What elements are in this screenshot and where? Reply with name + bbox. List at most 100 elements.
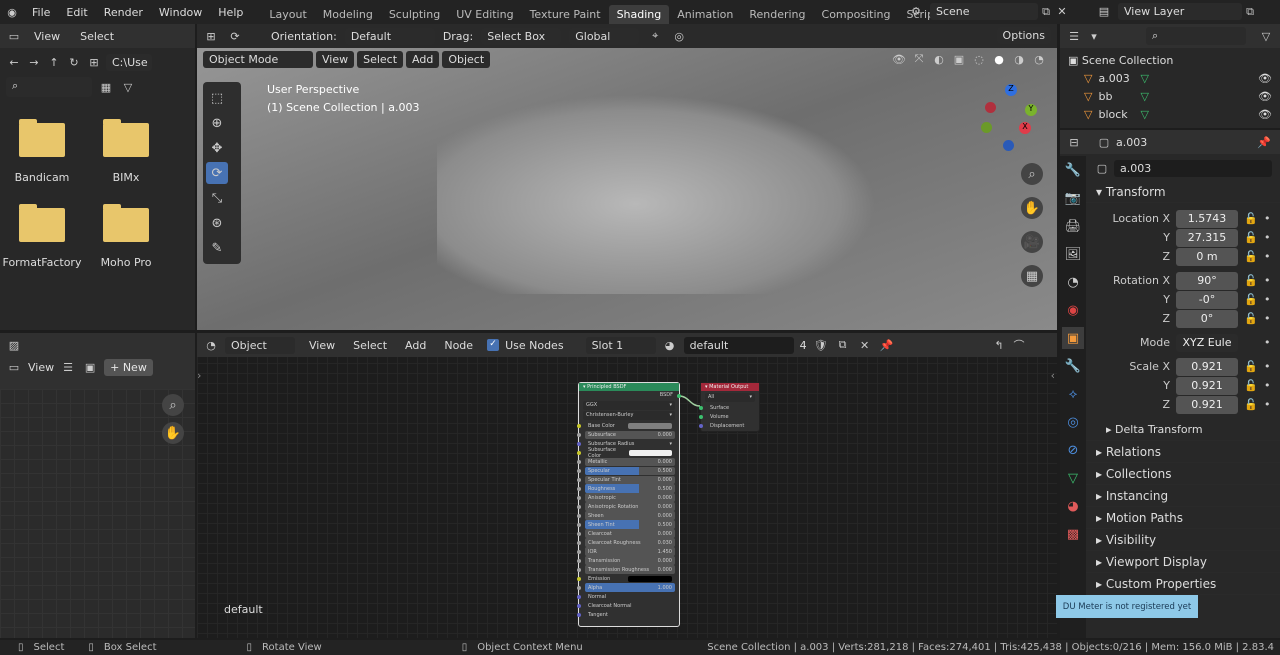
menu-view[interactable]: View: [316, 51, 355, 68]
bsdf-input-sheen[interactable]: Sheen 0.000: [577, 511, 675, 521]
display-mode-icon[interactable]: ▦: [98, 81, 114, 94]
tab-layout[interactable]: Layout: [261, 5, 314, 24]
proportional-edit-icon[interactable]: ◎: [671, 30, 687, 43]
keyframe-dot-icon[interactable]: •: [1264, 231, 1271, 244]
pan-hand-icon[interactable]: ✋: [1021, 197, 1043, 219]
menu-render[interactable]: Render: [96, 6, 151, 19]
lock-icon[interactable]: 🔓: [1244, 398, 1258, 411]
menu-icon[interactable]: ☰: [60, 361, 76, 374]
input-socket[interactable]: [699, 424, 703, 429]
3d-viewport[interactable]: ⊞ ⟳ Orientation: Default Drag: Select Bo…: [197, 24, 1057, 330]
chevron-down-icon[interactable]: ▾: [669, 441, 672, 447]
lock-icon[interactable]: 🔓: [1244, 274, 1258, 287]
render-tab-icon[interactable]: 📷: [1062, 187, 1084, 209]
input-socket[interactable]: [577, 478, 581, 482]
bsdf-input-transmission[interactable]: Transmission 0.000: [577, 556, 675, 566]
input-socket[interactable]: [577, 522, 581, 527]
panel-instancing[interactable]: ▸ Instancing: [1086, 485, 1280, 507]
rotate-tool-icon[interactable]: ⟳: [206, 162, 228, 184]
lock-icon[interactable]: 🔓: [1244, 231, 1258, 244]
tab-sculpting[interactable]: Sculpting: [381, 5, 448, 24]
output-target-dropdown[interactable]: All ▾: [705, 393, 755, 402]
panel-collections[interactable]: ▸ Collections: [1086, 463, 1280, 485]
panel-viewport-display[interactable]: ▸ Viewport Display: [1086, 551, 1280, 573]
snap-icon[interactable]: ⌖: [647, 29, 663, 43]
bsdf-header[interactable]: ▾ Principled BSDF: [579, 383, 679, 391]
transform-orientation-dropdown[interactable]: Global: [569, 27, 640, 45]
input-socket[interactable]: [577, 594, 581, 599]
outliner-item[interactable]: ▽ a.003 ▽ 👁: [1068, 70, 1272, 88]
bsdf-input-roughness[interactable]: Roughness 0.500: [577, 484, 675, 494]
bsdf-input-anisotropic[interactable]: Anisotropic 0.000: [577, 493, 675, 503]
scene-field[interactable]: Scene: [930, 3, 1038, 20]
input-socket[interactable]: [577, 513, 581, 518]
keyframe-dot-icon[interactable]: •: [1264, 398, 1271, 411]
tab-texture-paint[interactable]: Texture Paint: [522, 5, 609, 24]
input-socket[interactable]: [577, 531, 581, 536]
input-value[interactable]: 0.000: [658, 531, 672, 537]
lock-icon[interactable]: 🔓: [1244, 293, 1258, 306]
input-socket[interactable]: [577, 451, 581, 456]
input-value[interactable]: 0.500: [658, 468, 672, 474]
zoom-icon[interactable]: ⌕: [162, 394, 184, 416]
shader-node-editor[interactable]: ◔ Object View Select Add Node ✓ Use Nodes S…: [197, 333, 1057, 638]
input-socket[interactable]: [699, 415, 703, 420]
panel-custom-properties[interactable]: ▸ Custom Properties: [1086, 573, 1280, 595]
material-output-node[interactable]: ▾ Material Output All ▾ Surface Volume Disp…: [699, 382, 760, 432]
view-layer-field[interactable]: View Layer: [1118, 3, 1242, 20]
input-socket[interactable]: [577, 469, 581, 474]
input-socket[interactable]: [577, 558, 581, 563]
bsdf-input-clearcoat-roughness[interactable]: Clearcoat Roughness 0.030: [577, 538, 675, 548]
input-value[interactable]: 0.000: [658, 504, 672, 510]
menu-view[interactable]: View: [28, 361, 54, 374]
bsdf-input-base-color[interactable]: Base Color: [577, 422, 675, 431]
visibility-icon[interactable]: 👁: [1258, 70, 1272, 88]
bsdf-input-ior[interactable]: IOR 1.450: [577, 547, 675, 557]
keyframe-dot-icon[interactable]: •: [1264, 293, 1271, 306]
folder-item[interactable]: BIMx: [84, 119, 168, 184]
cursor-tool-icon[interactable]: ⊕: [206, 112, 228, 134]
parent-dir-icon[interactable]: ↑: [46, 56, 62, 69]
object-data-icon[interactable]: ▢: [1094, 162, 1110, 175]
image-canvas[interactable]: ⌕ ✋: [0, 389, 195, 638]
lock-icon[interactable]: 🔓: [1244, 360, 1258, 373]
folder-item[interactable]: FormatFactory: [0, 204, 84, 269]
pan-hand-icon[interactable]: ✋: [162, 422, 184, 444]
keyframe-dot-icon[interactable]: •: [1264, 360, 1271, 373]
wireframe-shading-icon[interactable]: ◌: [971, 53, 987, 66]
blender-logo-icon[interactable]: ◉: [4, 6, 20, 19]
input-socket[interactable]: [577, 460, 581, 465]
back-icon[interactable]: ←: [6, 56, 22, 69]
bsdf-input-subsurface-color[interactable]: Subsurface Color: [577, 447, 675, 459]
tab-animation[interactable]: Animation: [669, 5, 741, 24]
image-browse-icon[interactable]: ▣: [82, 361, 98, 374]
color-swatch[interactable]: [628, 422, 672, 429]
view-layer-icon[interactable]: ▤: [1096, 5, 1112, 18]
transform-pivot-icon[interactable]: ⟳: [227, 30, 243, 43]
visibility-icon[interactable]: 👁: [891, 53, 907, 66]
tab-uv-editing[interactable]: UV Editing: [448, 5, 521, 24]
output-input-volume[interactable]: Volume: [699, 413, 755, 422]
du-meter-tooltip[interactable]: DU Meter is not registered yet: [1056, 595, 1198, 618]
transform-tool-icon[interactable]: ⊛: [206, 212, 228, 234]
editor-type-icon[interactable]: ☰: [1066, 30, 1082, 43]
tab-modeling[interactable]: Modeling: [315, 5, 381, 24]
orientation-dropdown[interactable]: Default: [344, 27, 435, 45]
rendered-shading-icon[interactable]: ◔: [1031, 53, 1047, 66]
perspective-toggle-icon[interactable]: ▦: [1021, 265, 1043, 287]
subsurface-method-dropdown[interactable]: Christensen-Burley ▾: [583, 410, 675, 420]
input-value[interactable]: 0.500: [658, 522, 672, 528]
bsdf-input-metallic[interactable]: Metallic 0.000: [577, 457, 675, 467]
location-z-field[interactable]: 0 m: [1176, 247, 1238, 266]
path-field[interactable]: C:\Use: [106, 54, 152, 71]
camera-icon[interactable]: 🎥: [1021, 231, 1043, 253]
scale-tool-icon[interactable]: ⤡: [206, 187, 228, 209]
input-value[interactable]: 1.450: [658, 549, 672, 555]
outliner-search-input[interactable]: ⌕: [1146, 27, 1246, 45]
input-socket[interactable]: [577, 567, 581, 572]
new-view-layer-icon[interactable]: ⧉: [1242, 5, 1258, 19]
input-socket[interactable]: [577, 540, 581, 545]
principled-bsdf-node[interactable]: ▾ Principled BSDF BSDF GGX ▾ Christensen-…: [577, 382, 681, 627]
physics-tab-icon[interactable]: ◎: [1062, 411, 1084, 433]
gizmo-neg-z[interactable]: [1003, 140, 1014, 151]
